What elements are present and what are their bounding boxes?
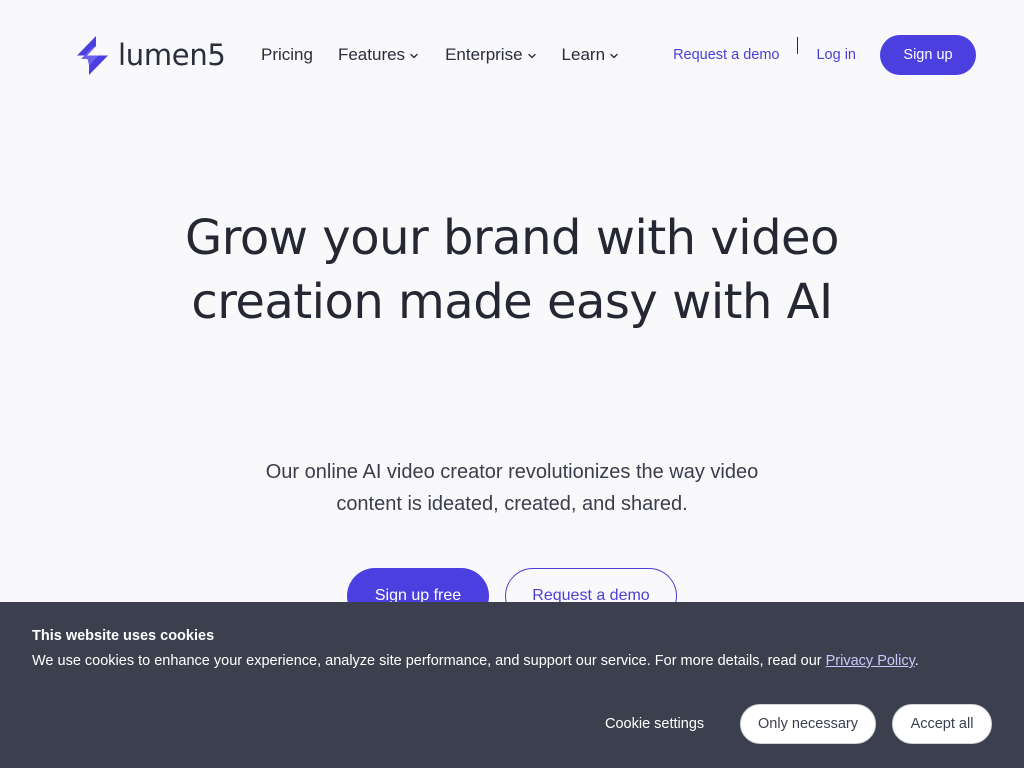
chevron-down-icon (527, 53, 536, 58)
cookie-banner-title: This website uses cookies (32, 628, 215, 644)
chevron-down-icon (410, 53, 418, 58)
request-demo-link[interactable]: Request a demo (673, 47, 779, 63)
hero-subtitle: Our online AI video creator revolutioniz… (265, 461, 759, 515)
nav-item-label: Enterprise (445, 45, 523, 64)
nav-item-label: Learn (561, 45, 606, 64)
divider (797, 36, 799, 54)
chevron-down-icon (610, 53, 618, 58)
lumen5-bolt-logo-icon (77, 35, 108, 75)
cookie-banner: This website uses cookies We use cookies… (0, 602, 1024, 768)
main-nav: Pricing Features Enterprise Learn (261, 40, 618, 70)
page: lumen5 Pricing Features Enterprise Learn (0, 0, 1024, 768)
hero-title: Grow your brand with video creation made… (185, 210, 839, 330)
cookie-banner-period: . (914, 653, 919, 669)
login-link[interactable]: Log in (816, 47, 856, 63)
nav-item-enterprise[interactable]: Enterprise (445, 45, 536, 65)
logo-wordmark: lumen5 (118, 38, 226, 72)
site-header: lumen5 Pricing Features Enterprise Learn (0, 0, 1024, 110)
nav-item-label: Features (337, 45, 406, 64)
privacy-policy-link[interactable]: Privacy Policy (826, 653, 915, 669)
logo-link[interactable]: lumen5 (72, 34, 226, 76)
nav-item-features[interactable]: Features (338, 45, 418, 65)
cookie-banner-text: We use cookies to enhance your experienc… (32, 653, 919, 669)
cookie-settings-button[interactable]: Cookie settings (605, 716, 704, 732)
nav-item-learn[interactable]: Learn (562, 45, 618, 65)
header-actions: Request a demo Log in Sign up (673, 35, 976, 75)
cookie-banner-body: We use cookies to enhance your experienc… (32, 653, 826, 669)
accept-all-button[interactable]: Accept all (892, 704, 992, 744)
nav-item-label: Pricing (261, 45, 313, 64)
signup-button[interactable]: Sign up (880, 35, 976, 75)
nav-item-pricing[interactable]: Pricing (261, 45, 313, 65)
only-necessary-button[interactable]: Only necessary (740, 704, 876, 744)
